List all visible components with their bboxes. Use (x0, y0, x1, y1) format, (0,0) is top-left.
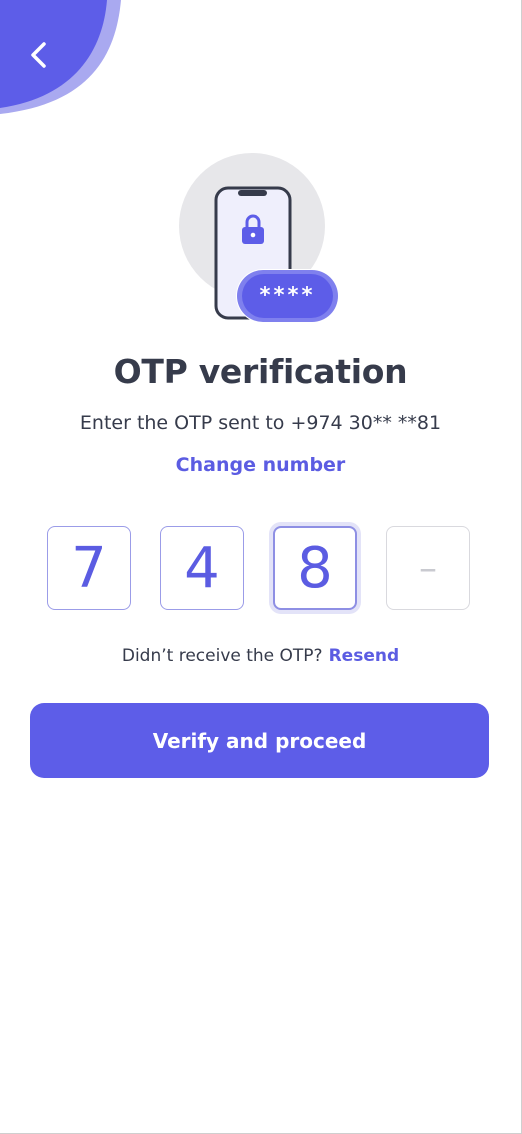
resend-link[interactable]: Resend (329, 646, 400, 666)
page-title: OTP verification (113, 352, 408, 391)
otp-input-group: 7 4 8 – (47, 526, 473, 614)
otp-sent-message: Enter the OTP sent to +974 30** **81 (79, 412, 442, 434)
verify-and-proceed-button[interactable]: Verify and proceed (30, 703, 489, 778)
change-number-link[interactable]: Change number (0, 454, 521, 476)
otp-digit-2[interactable]: 4 (160, 526, 244, 610)
resend-row: Didn’t receive the OTP? Resend (0, 646, 521, 666)
masked-code-label: **** (259, 283, 316, 307)
back-button[interactable] (0, 0, 125, 115)
otp-verification-screen: **** OTP verification Enter the OTP sent… (0, 0, 522, 1134)
phone-lock-illustration: **** (175, 150, 345, 330)
otp-digit-3[interactable]: 8 (273, 526, 357, 610)
otp-digit-1[interactable]: 7 (47, 526, 131, 610)
otp-digit-4[interactable]: – (386, 526, 470, 610)
resend-prompt: Didn’t receive the OTP? (121, 646, 323, 666)
